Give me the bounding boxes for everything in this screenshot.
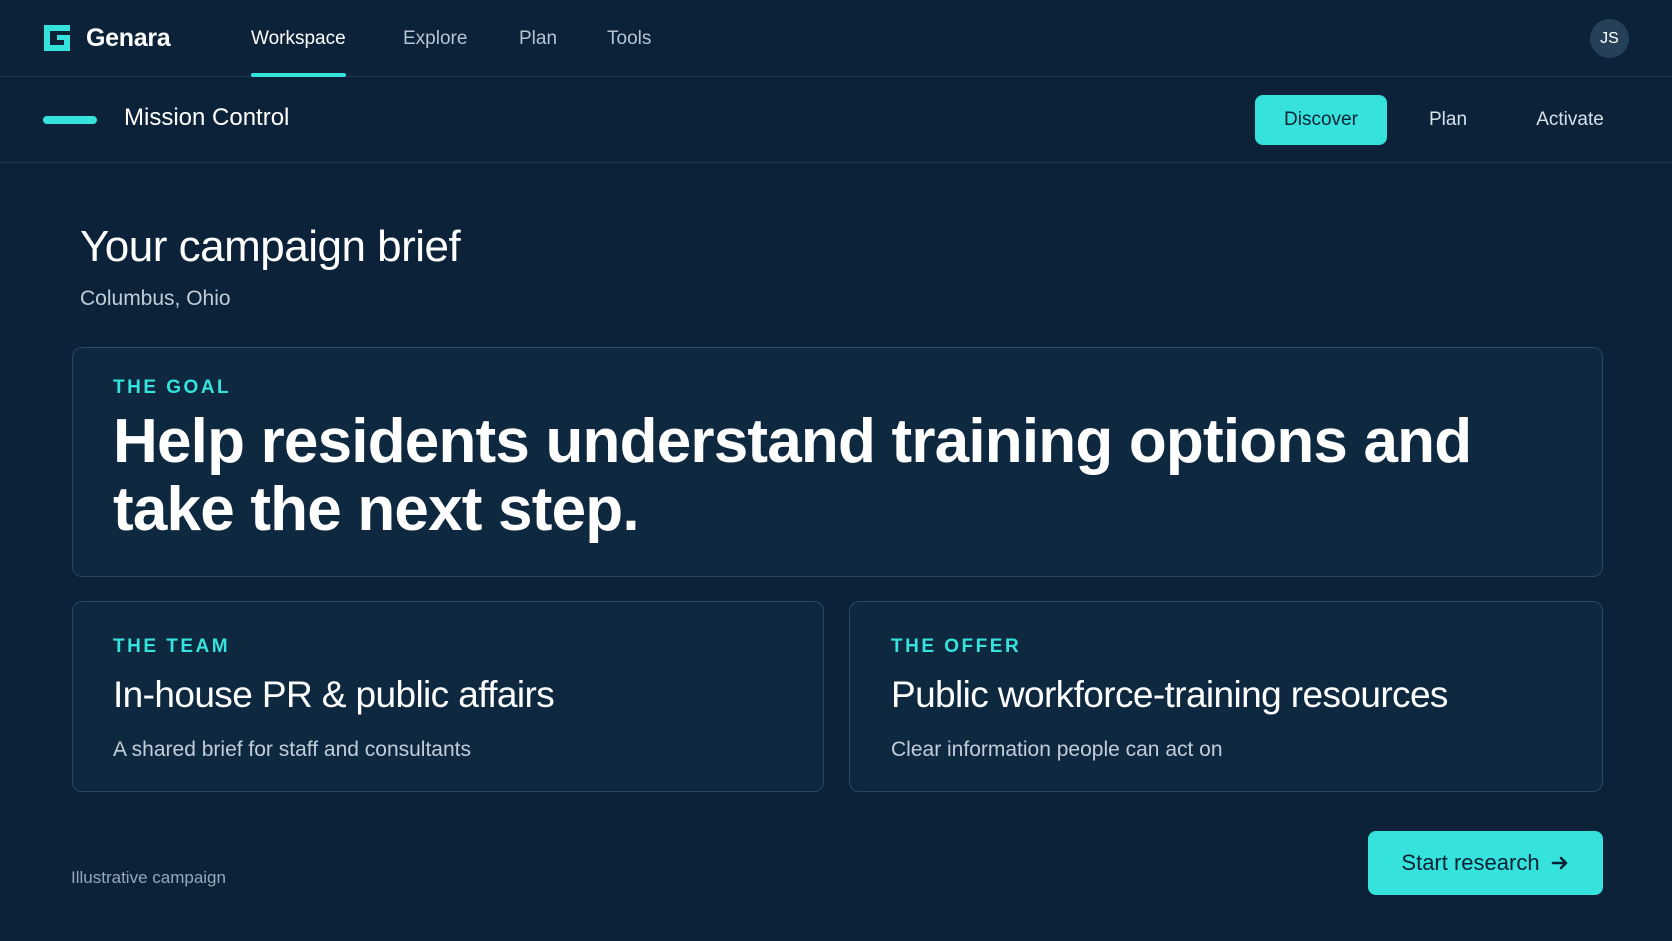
offer-card: THE OFFER Public workforce-training reso… xyxy=(849,601,1603,792)
top-nav: Genara Workspace Explore Plan Tools JS xyxy=(0,0,1672,77)
mission-control-bar: Mission Control Discover Plan Activate xyxy=(0,77,1672,163)
section-title: Mission Control xyxy=(124,104,290,131)
offer-heading: Public workforce-training resources xyxy=(891,674,1448,715)
brand-name: Genara xyxy=(86,23,171,52)
offer-description: Clear information people can act on xyxy=(891,738,1223,761)
start-research-button[interactable]: Start research xyxy=(1368,831,1603,895)
g-logo-icon xyxy=(44,25,70,51)
stage-discover-button[interactable]: Discover xyxy=(1255,95,1387,145)
goal-text: Help residents understand training optio… xyxy=(113,407,1472,544)
location-subtitle: Columbus, Ohio xyxy=(80,287,231,310)
team-card: THE TEAM In-house PR & public affairs A … xyxy=(72,601,824,792)
stage-plan-button[interactable]: Plan xyxy=(1408,95,1488,145)
team-description: A shared brief for staff and consultants xyxy=(113,738,471,761)
nav-tab-plan[interactable]: Plan xyxy=(519,28,557,77)
start-research-label: Start research xyxy=(1401,850,1540,875)
stage-activate-button[interactable]: Activate xyxy=(1518,95,1622,145)
section-indicator xyxy=(43,116,97,124)
arrow-right-icon xyxy=(1551,856,1567,870)
team-heading: In-house PR & public affairs xyxy=(113,674,555,715)
page-title: Your campaign brief xyxy=(80,222,461,271)
brand[interactable]: Genara xyxy=(42,22,171,54)
goal-label: THE GOAL xyxy=(113,377,232,398)
nav-tab-tools[interactable]: Tools xyxy=(607,28,651,77)
nav-tab-workspace[interactable]: Workspace xyxy=(251,28,346,77)
nav-tab-explore[interactable]: Explore xyxy=(403,28,467,77)
illustrative-note: Illustrative campaign xyxy=(71,868,226,887)
offer-label: THE OFFER xyxy=(891,636,1022,657)
team-label: THE TEAM xyxy=(113,636,231,657)
user-avatar[interactable]: JS xyxy=(1590,19,1629,58)
goal-card: THE GOAL Help residents understand train… xyxy=(72,347,1603,577)
